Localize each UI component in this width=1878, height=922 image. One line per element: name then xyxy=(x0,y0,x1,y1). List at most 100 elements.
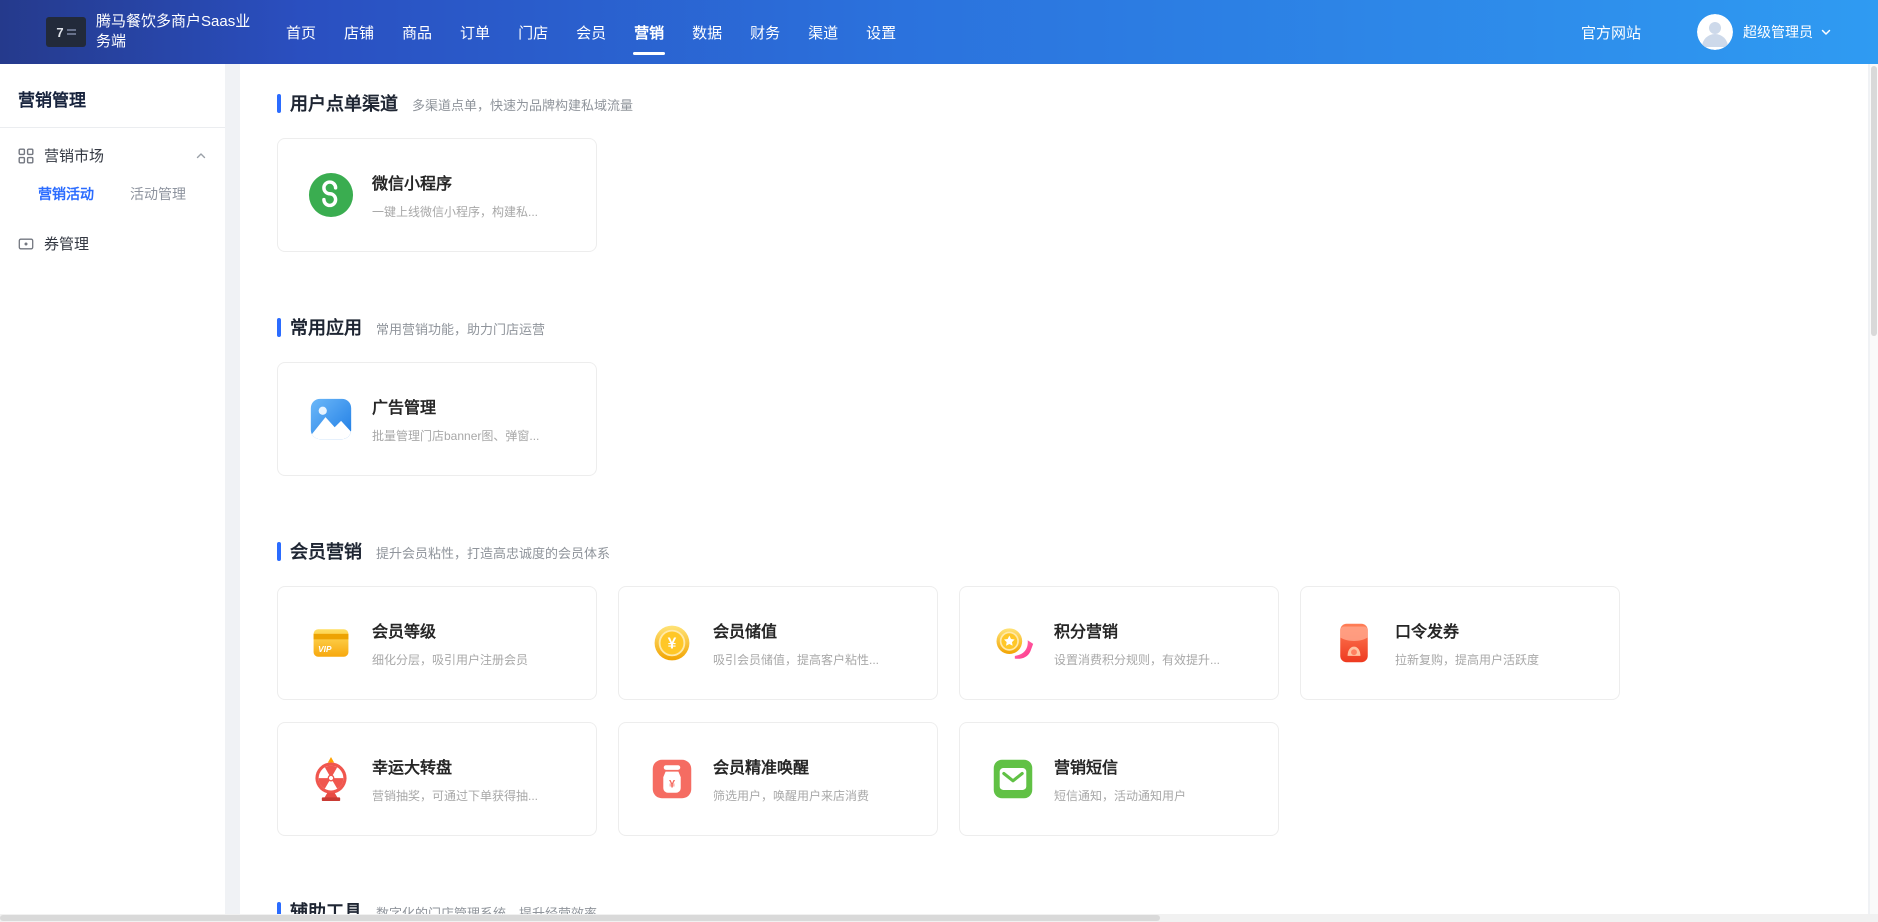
card-title: 口令发券 xyxy=(1395,618,1539,642)
sidebar-item-活动管理[interactable]: 活动管理 xyxy=(130,184,186,204)
topnav-item-渠道[interactable]: 渠道 xyxy=(794,0,852,64)
horizontal-scrollbar-thumb[interactable] xyxy=(0,915,1160,921)
card-title: 微信小程序 xyxy=(372,170,538,194)
card-grid: 广告管理批量管理门店banner图、弹窗... xyxy=(277,362,1868,476)
official-site-link[interactable]: 官方网站 xyxy=(1581,22,1641,43)
wechat-miniprogram-icon xyxy=(308,172,354,218)
card-description: 细化分层，吸引用户注册会员 xyxy=(372,651,528,668)
card-description: 拉新复购，提高用户活跃度 xyxy=(1395,651,1539,668)
topnav-item-财务[interactable]: 财务 xyxy=(736,0,794,64)
section-accent-bar xyxy=(277,542,281,561)
card-title: 营销短信 xyxy=(1054,754,1186,778)
topnav-item-店铺[interactable]: 店铺 xyxy=(330,0,388,64)
section-title: 常用应用 xyxy=(290,314,362,340)
card-body: 会员等级细化分层，吸引用户注册会员 xyxy=(372,618,528,668)
section-用户点单渠道: 用户点单渠道多渠道点单，快速为品牌构建私域流量微信小程序一键上线微信小程序，构建… xyxy=(277,90,1868,252)
card-grid: 微信小程序一键上线微信小程序，构建私... xyxy=(277,138,1868,252)
app-title: 腾马餐饮多商户Saas业务端 xyxy=(96,12,264,52)
member-wake-icon: ¥ xyxy=(649,756,695,802)
section-header: 用户点单渠道多渠道点单，快速为品牌构建私域流量 xyxy=(277,90,1868,116)
card-description: 吸引会员储值，提高客户粘性... xyxy=(713,651,879,668)
sections: 用户点单渠道多渠道点单，快速为品牌构建私域流量微信小程序一键上线微信小程序，构建… xyxy=(277,90,1868,914)
card-幸运大转盘[interactable]: 幸运大转盘营销抽奖，可通过下单获得抽... xyxy=(277,722,597,836)
card-body: 广告管理批量管理门店banner图、弹窗... xyxy=(372,394,539,444)
card-广告管理[interactable]: 广告管理批量管理门店banner图、弹窗... xyxy=(277,362,597,476)
gold-coin-icon: ¥ xyxy=(649,620,695,666)
points-coin-icon xyxy=(990,620,1036,666)
topnav: 首页店铺商品订单门店会员营销数据财务渠道设置 xyxy=(272,0,910,64)
sidebar-menu: 营销市场营销活动 活动管理券管理 xyxy=(0,128,225,264)
logo-lines xyxy=(67,29,76,35)
lucky-wheel-icon xyxy=(308,756,354,802)
card-营销短信[interactable]: 营销短信短信通知，活动通知用户 xyxy=(959,722,1279,836)
section-accent-bar xyxy=(277,94,281,113)
app-logo[interactable]: 7 xyxy=(46,17,86,47)
card-description: 短信通知，活动通知用户 xyxy=(1054,787,1186,804)
svg-text:VIP: VIP xyxy=(318,645,332,654)
card-body: 微信小程序一键上线微信小程序，构建私... xyxy=(372,170,538,220)
topnav-item-数据[interactable]: 数据 xyxy=(678,0,736,64)
card-description: 筛选用户，唤醒用户来店消费 xyxy=(713,787,869,804)
section-subtitle: 提升会员粘性，打造高忠诚度的会员体系 xyxy=(376,540,610,562)
topnav-item-商品[interactable]: 商品 xyxy=(388,0,446,64)
card-body: 口令发券拉新复购，提高用户活跃度 xyxy=(1395,618,1539,668)
ad-image-icon xyxy=(308,396,354,442)
horizontal-scrollbar[interactable] xyxy=(0,914,1878,922)
card-title: 会员储值 xyxy=(713,618,879,642)
card-grid: VIP 会员等级细化分层，吸引用户注册会员 ¥ 会员储值吸引会员储值，提高客户粘性..… xyxy=(277,586,1868,836)
svg-text:¥: ¥ xyxy=(669,778,676,790)
card-积分营销[interactable]: 积分营销设置消费积分规则，有效提升... xyxy=(959,586,1279,700)
sidebar-item-营销活动[interactable]: 营销活动 xyxy=(38,184,94,204)
card-body: 幸运大转盘营销抽奖，可通过下单获得抽... xyxy=(372,754,538,804)
sidebar-group-营销市场[interactable]: 营销市场 xyxy=(0,128,225,176)
sidebar-group-券管理[interactable]: 券管理 xyxy=(0,216,225,264)
card-会员精准唤醒[interactable]: ¥会员精准唤醒筛选用户，唤醒用户来店消费 xyxy=(618,722,938,836)
vertical-scrollbar[interactable] xyxy=(1870,64,1878,914)
card-title: 幸运大转盘 xyxy=(372,754,538,778)
card-微信小程序[interactable]: 微信小程序一键上线微信小程序，构建私... xyxy=(277,138,597,252)
chevron-up-icon[interactable] xyxy=(195,150,207,162)
vip-card-icon: VIP xyxy=(308,620,354,666)
card-title: 广告管理 xyxy=(372,394,539,418)
grid-icon xyxy=(18,148,34,164)
card-title: 会员等级 xyxy=(372,618,528,642)
section-header: 常用应用常用营销功能，助力门店运营 xyxy=(277,314,1868,340)
user-name[interactable]: 超级管理员 xyxy=(1743,22,1813,42)
topnav-item-会员[interactable]: 会员 xyxy=(562,0,620,64)
card-会员储值[interactable]: ¥ 会员储值吸引会员储值，提高客户粘性... xyxy=(618,586,938,700)
sidebar-title: 营销管理 xyxy=(0,64,225,127)
main-panel: 用户点单渠道多渠道点单，快速为品牌构建私域流量微信小程序一键上线微信小程序，构建… xyxy=(240,64,1868,914)
vertical-scrollbar-thumb[interactable] xyxy=(1871,66,1877,336)
section-accent-bar xyxy=(277,902,281,915)
section-title: 用户点单渠道 xyxy=(290,90,398,116)
card-口令发券[interactable]: 口令发券拉新复购，提高用户活跃度 xyxy=(1300,586,1620,700)
section-header: 辅助工具数字化的门店管理系统，提升经营效率 xyxy=(277,898,1868,914)
topbar: 7 腾马餐饮多商户Saas业务端 首页店铺商品订单门店会员营销数据财务渠道设置 … xyxy=(0,0,1878,64)
card-description: 营销抽奖，可通过下单获得抽... xyxy=(372,787,538,804)
topnav-item-营销[interactable]: 营销 xyxy=(620,0,678,64)
card-body: 会员储值吸引会员储值，提高客户粘性... xyxy=(713,618,879,668)
section-title: 辅助工具 xyxy=(290,898,362,914)
svg-text:¥: ¥ xyxy=(668,636,677,653)
card-body: 营销短信短信通知，活动通知用户 xyxy=(1054,754,1186,804)
red-envelope-icon xyxy=(1331,620,1377,666)
section-title: 会员营销 xyxy=(290,538,362,564)
sidebar-group-label: 营销市场 xyxy=(44,145,104,166)
section-subtitle: 数字化的门店管理系统，提升经营效率 xyxy=(376,900,597,914)
card-description: 批量管理门店banner图、弹窗... xyxy=(372,427,539,444)
topnav-item-设置[interactable]: 设置 xyxy=(852,0,910,64)
topnav-item-门店[interactable]: 门店 xyxy=(504,0,562,64)
user-avatar-icon[interactable] xyxy=(1697,14,1733,50)
section-会员营销: 会员营销提升会员粘性，打造高忠诚度的会员体系 VIP 会员等级细化分层，吸引用户注册… xyxy=(277,538,1868,836)
topnav-item-订单[interactable]: 订单 xyxy=(446,0,504,64)
chevron-down-icon[interactable] xyxy=(1820,26,1832,38)
card-会员等级[interactable]: VIP 会员等级细化分层，吸引用户注册会员 xyxy=(277,586,597,700)
sms-envelope-icon xyxy=(990,756,1036,802)
card-body: 积分营销设置消费积分规则，有效提升... xyxy=(1054,618,1220,668)
app-root: 7 腾马餐饮多商户Saas业务端 首页店铺商品订单门店会员营销数据财务渠道设置 … xyxy=(0,0,1878,922)
topnav-item-首页[interactable]: 首页 xyxy=(272,0,330,64)
card-description: 一键上线微信小程序，构建私... xyxy=(372,203,538,220)
sidebar: 营销管理 营销市场营销活动 活动管理券管理 xyxy=(0,64,225,914)
logo-glyph: 7 xyxy=(56,26,63,39)
section-辅助工具: 辅助工具数字化的门店管理系统，提升经营效率 xyxy=(277,898,1868,914)
